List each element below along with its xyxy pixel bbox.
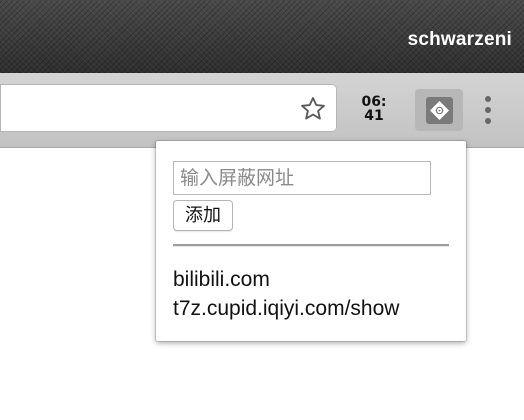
star-icon[interactable] (299, 95, 327, 123)
add-button[interactable]: 添加 (173, 200, 233, 231)
blocked-site-item[interactable]: bilibili.com (173, 265, 399, 294)
extension-popup: 添加 bilibili.com t7z.cupid.iqiyi.com/show (156, 141, 466, 341)
puzzle-diamond-icon (426, 97, 453, 124)
clock-minutes: 41 (364, 108, 384, 124)
clock-extension[interactable]: 06: 41 (357, 95, 391, 123)
window-titlebar: schwarzeni (0, 0, 524, 73)
menu-dot (485, 107, 491, 113)
menu-dot (485, 118, 491, 124)
menu-dot (485, 96, 491, 102)
clock-hours: 06: (361, 94, 387, 110)
block-url-input[interactable] (173, 161, 431, 195)
more-vert-icon[interactable] (478, 93, 498, 129)
divider (173, 244, 449, 247)
profile-name[interactable]: schwarzeni (408, 29, 512, 51)
address-bar[interactable] (0, 84, 337, 132)
blocked-site-list: bilibili.com t7z.cupid.iqiyi.com/show (173, 265, 399, 323)
blocked-site-item[interactable]: t7z.cupid.iqiyi.com/show (173, 294, 399, 323)
url-blocker-extension-button[interactable] (415, 89, 463, 131)
browser-toolbar: 06: 41 (0, 73, 524, 148)
